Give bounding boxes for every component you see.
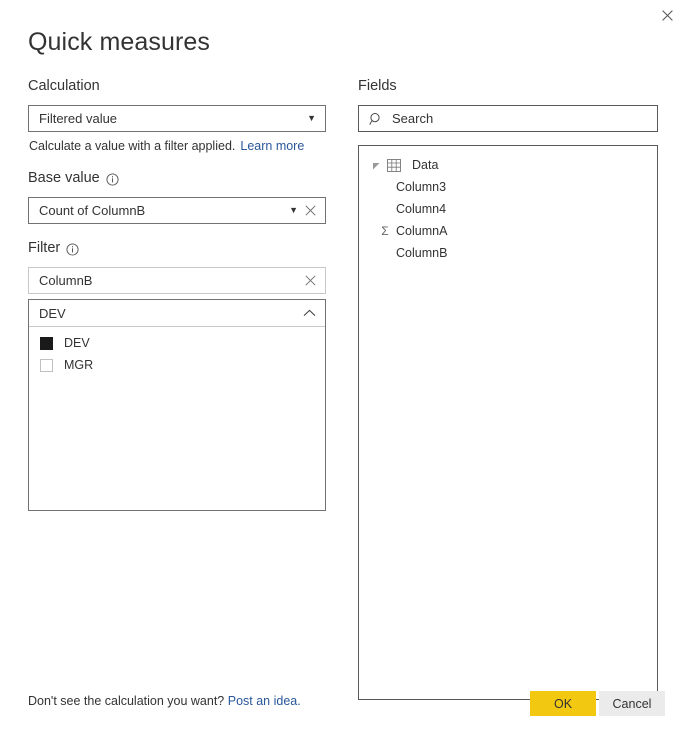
tree-field-name: Column4 (396, 202, 447, 216)
checkbox-unchecked-icon[interactable] (40, 358, 53, 372)
base-value-clear-button[interactable] (305, 205, 325, 216)
close-icon (661, 9, 673, 21)
calculation-description: Calculate a value with a filter applied.… (29, 139, 304, 153)
search-input[interactable]: Search (358, 105, 658, 132)
base-value-field[interactable]: Count of ColumnB ▼ (28, 197, 326, 224)
tree-table-row-data[interactable]: Data (359, 154, 657, 176)
search-icon (369, 112, 383, 126)
calculation-label: Calculation (28, 77, 100, 95)
filter-value-option-list: DEV MGR (29, 327, 325, 376)
filter-label: Filter (28, 239, 79, 257)
search-input-value: Search (392, 111, 434, 126)
chevron-up-icon[interactable] (303, 309, 325, 317)
footer-note-text: Don't see the calculation you want? (28, 694, 225, 708)
sigma-icon: Σ (381, 224, 389, 238)
fields-label: Fields (358, 77, 397, 95)
footer-note: Don't see the calculation you want? Post… (28, 694, 301, 708)
filter-option-label: DEV (64, 336, 90, 350)
triangle-expanded-icon[interactable] (370, 161, 382, 170)
base-value-label: Base value (28, 169, 119, 187)
filter-option-label: MGR (64, 358, 94, 372)
close-dialog-button[interactable] (652, 3, 682, 27)
tree-field-name: Column3 (396, 180, 447, 194)
filter-value-combobox: DEV DEV MGR (28, 299, 326, 511)
table-icon (387, 158, 401, 172)
post-an-idea-link[interactable]: Post an idea. (228, 694, 301, 708)
calculation-select[interactable]: Filtered value ▼ (28, 105, 326, 132)
filter-value-combobox-header[interactable]: DEV (29, 300, 325, 327)
info-icon[interactable] (66, 242, 79, 256)
calculation-description-text: Calculate a value with a filter applied. (29, 139, 236, 153)
filter-field-text: ColumnB (39, 273, 93, 288)
tree-table-name: Data (412, 158, 439, 172)
filter-value-selected: DEV (39, 305, 66, 321)
chevron-down-icon: ▼ (307, 113, 316, 123)
tree-field-name: ColumnA (396, 224, 448, 238)
tree-field-row[interactable]: ColumnB (359, 242, 657, 264)
fields-tree: Data Column3 Column4 Σ ColumnA ColumnB (358, 145, 658, 700)
calculation-selected-value: Filtered value (39, 111, 118, 126)
info-icon[interactable] (106, 172, 119, 186)
dialog-title: Quick measures (28, 28, 211, 56)
tree-field-row[interactable]: Column3 (359, 176, 657, 198)
chevron-down-icon[interactable]: ▼ (285, 206, 305, 215)
ok-button[interactable]: OK (530, 691, 596, 716)
filter-field[interactable]: ColumnB (28, 267, 326, 294)
base-value-label-text: Base value (28, 170, 100, 186)
calculation-label-text: Calculation (28, 78, 100, 94)
fields-label-text: Fields (358, 78, 397, 94)
tree-field-row[interactable]: Column4 (359, 198, 657, 220)
learn-more-link[interactable]: Learn more (240, 139, 304, 153)
filter-option-item[interactable]: MGR (29, 354, 325, 376)
cancel-button[interactable]: Cancel (599, 691, 665, 716)
tree-field-row[interactable]: Σ ColumnA (359, 220, 657, 242)
checkbox-checked-icon[interactable] (40, 336, 53, 350)
filter-option-item[interactable]: DEV (29, 332, 325, 354)
filter-field-clear-button[interactable] (305, 275, 325, 286)
filter-label-text: Filter (28, 240, 61, 256)
base-value-text: Count of ColumnB (39, 203, 146, 218)
tree-field-name: ColumnB (396, 246, 448, 260)
